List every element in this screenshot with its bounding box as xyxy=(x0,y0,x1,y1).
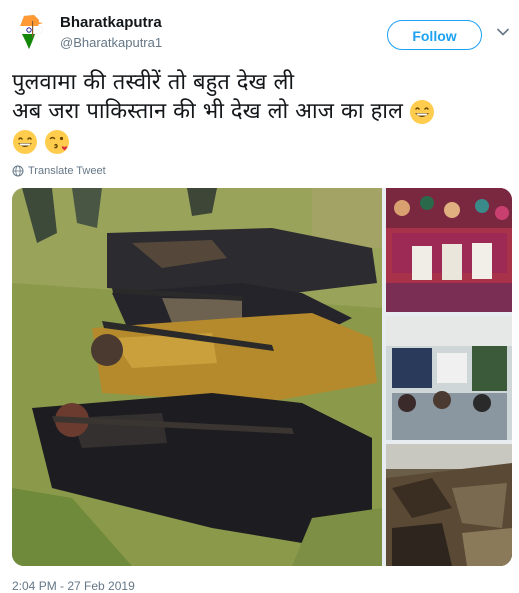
tweet-header: Bharatkaputra @Bharatkaputra1 Follow xyxy=(12,10,510,58)
user-handle[interactable]: @Bharatkaputra1 xyxy=(60,34,162,51)
display-name[interactable]: Bharatkaputra xyxy=(60,13,162,32)
tweet-text: पुलवामा की तस्वीरें तो बहुत देख ली अब जर… xyxy=(12,68,507,156)
translate-label[interactable]: Translate Tweet xyxy=(28,165,106,177)
photo-crowd-with-covered-bodies[interactable] xyxy=(386,188,512,312)
grinning-face-icon xyxy=(409,100,434,124)
face-blowing-kiss-icon xyxy=(45,130,69,154)
tweet-media[interactable] xyxy=(12,188,512,566)
emoji-row xyxy=(12,127,507,156)
tweet-line-2-text: अब जरा पाकिस्तान की भी देख लो आज का हाल xyxy=(12,99,403,124)
tweet-line-2: अब जरा पाकिस्तान की भी देख लो आज का हाल xyxy=(12,97,507,126)
follow-button[interactable]: Follow xyxy=(387,20,482,50)
media-grid xyxy=(12,188,512,566)
grinning-face-icon xyxy=(13,130,37,154)
tweet-timestamp[interactable]: 2:04 PM - 27 Feb 2019 xyxy=(12,579,135,593)
photo-men-lying-on-grass[interactable] xyxy=(12,188,382,566)
user-names[interactable]: Bharatkaputra @Bharatkaputra1 xyxy=(60,13,162,51)
translate-tweet-link[interactable]: Translate Tweet xyxy=(12,165,106,177)
user-avatar[interactable] xyxy=(12,12,48,52)
photo-crowded-hospital-room[interactable] xyxy=(386,316,512,440)
tweet-line-1: पुलवामा की तस्वीरें तो बहुत देख ली xyxy=(12,70,295,95)
chevron-down-icon[interactable] xyxy=(496,25,510,39)
globe-icon xyxy=(12,165,24,177)
photo-destroyed-site-debris[interactable] xyxy=(386,444,512,566)
india-map-flag-icon xyxy=(12,12,48,52)
